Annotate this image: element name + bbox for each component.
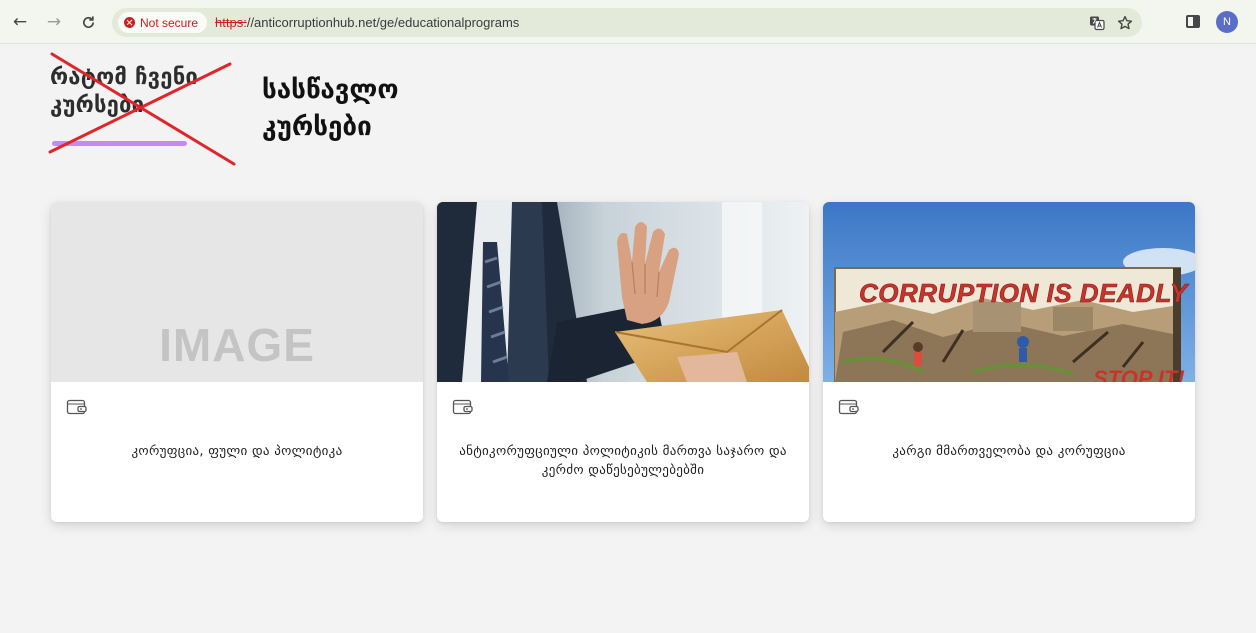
mural-slogan-bottom: STOP IT! [1093, 366, 1185, 382]
course-title[interactable]: კარგი მმართველობა და კორუფცია [843, 442, 1175, 461]
back-arrow-icon[interactable]: ← [8, 10, 32, 34]
browser-toolbar: ← → Not secure https://anticorruptionhub… [0, 0, 1256, 44]
replacement-heading: სასწავლო კურსები [262, 72, 482, 146]
course-title[interactable]: ანტიკორუფციული პოლიტიკის მართვა საჯარო დ… [457, 442, 789, 480]
placeholder-image-text: IMAGE [159, 319, 315, 371]
reload-glyph [82, 15, 94, 28]
course-title[interactable]: კორუფცია, ფული და პოლიტიკა [71, 442, 403, 461]
security-chip[interactable]: Not secure [118, 12, 208, 33]
wallet-icon [452, 399, 473, 415]
cross-out-mark [48, 52, 236, 166]
reload-icon[interactable] [76, 10, 100, 34]
url-scheme: https: [215, 15, 247, 30]
translate-glyph [1090, 16, 1105, 31]
replacement-heading-line-2: კურსები [262, 112, 372, 142]
replacement-heading-line-1: სასწავლო [262, 75, 399, 105]
url-text[interactable]: https://anticorruptionhub.net/ge/educati… [215, 15, 519, 30]
course-card[interactable]: IMAGE კორუფცია, ფული და პოლიტიკა [51, 202, 423, 522]
not-secure-label: Not secure [140, 15, 199, 30]
bookmark-star-icon[interactable] [1115, 13, 1135, 33]
corruption-mural-photo: CORRUPTION IS DEADLY STOP IT! [823, 202, 1195, 382]
course-image-mural[interactable]: CORRUPTION IS DEADLY STOP IT! [823, 202, 1195, 382]
course-image-placeholder[interactable]: IMAGE [51, 202, 423, 382]
wallet-icon [66, 399, 87, 415]
url-path: //anticorruptionhub.net/ge/educationalpr… [246, 15, 520, 30]
bribe-refusal-photo [437, 202, 809, 382]
mural-slogan: CORRUPTION IS DEADLY [859, 278, 1190, 308]
not-secure-icon [124, 17, 135, 28]
wallet-icon [838, 399, 859, 415]
course-card[interactable]: CORRUPTION IS DEADLY STOP IT! კარგი მმარ… [823, 202, 1195, 522]
star-glyph [1117, 15, 1133, 30]
address-bar[interactable]: Not secure https://anticorruptionhub.net… [112, 8, 1142, 37]
translate-icon[interactable] [1087, 13, 1107, 33]
forward-arrow-icon[interactable]: → [42, 10, 66, 34]
profile-avatar[interactable]: N [1216, 11, 1238, 33]
course-image-bribe-refusal[interactable] [437, 202, 809, 382]
course-card[interactable]: ანტიკორუფციული პოლიტიკის მართვა საჯარო დ… [437, 202, 809, 522]
side-panel-icon[interactable] [1186, 15, 1200, 28]
